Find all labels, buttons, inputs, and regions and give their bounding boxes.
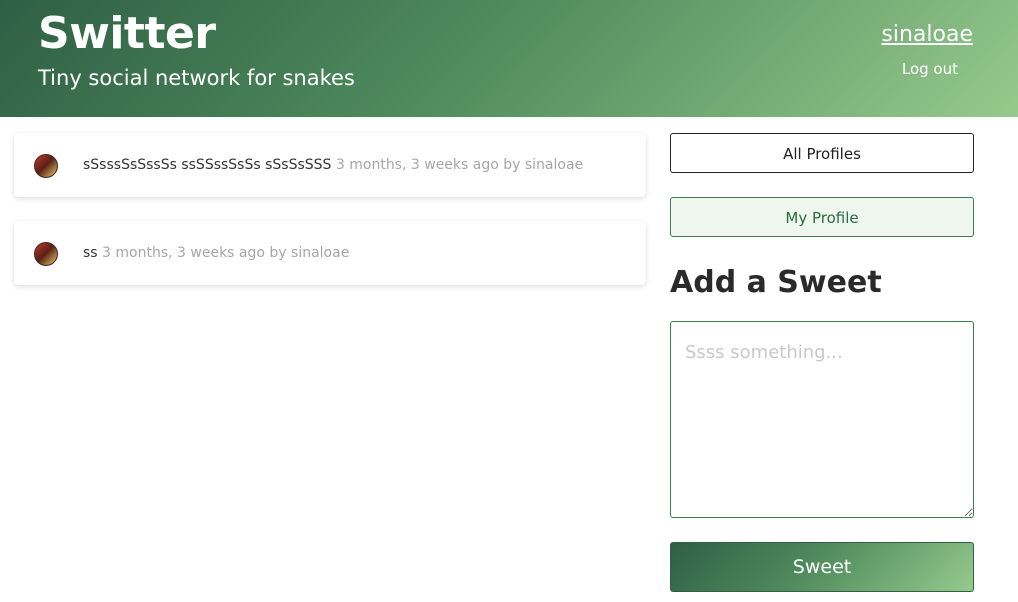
sweet-feed: sSsssSsSssSs ssSSssSsSs sSsSsSSS 3 month… xyxy=(14,133,646,309)
sweet-text: ss xyxy=(83,245,98,261)
avatar xyxy=(34,154,58,178)
sweet-card: sSsssSsSssSs ssSSssSsSs sSsSsSSS 3 month… xyxy=(14,133,646,197)
sweet-submit-button[interactable]: Sweet xyxy=(670,542,974,592)
avatar xyxy=(34,242,58,266)
all-profiles-button[interactable]: All Profiles xyxy=(670,133,974,173)
sweet-meta: 3 months, 3 weeks ago by sinaloae xyxy=(335,157,584,173)
sidebar: All Profiles My Profile Add a Sweet Swee… xyxy=(670,133,974,592)
sweet-input[interactable] xyxy=(670,321,974,518)
sweet-line: ss 3 months, 3 weeks ago by sinaloae xyxy=(83,245,349,261)
logout-link[interactable]: Log out xyxy=(902,60,958,78)
sweet-line: sSsssSsSssSs ssSSssSsSs sSsSsSSS 3 month… xyxy=(83,157,583,173)
my-profile-button[interactable]: My Profile xyxy=(670,197,974,237)
site-subtitle: Tiny social network for snakes xyxy=(38,66,355,90)
site-title: Switter xyxy=(38,8,216,59)
sweet-meta: 3 months, 3 weeks ago by sinaloae xyxy=(102,245,350,261)
sweet-text: sSsssSsSssSs ssSSssSsSs sSsSsSSS xyxy=(83,157,332,173)
add-sweet-heading: Add a Sweet xyxy=(670,265,882,300)
username-link[interactable]: sinaloae xyxy=(881,22,973,47)
site-header: Switter Tiny social network for snakes s… xyxy=(0,0,1018,117)
sweet-card: ss 3 months, 3 weeks ago by sinaloae xyxy=(14,221,646,285)
